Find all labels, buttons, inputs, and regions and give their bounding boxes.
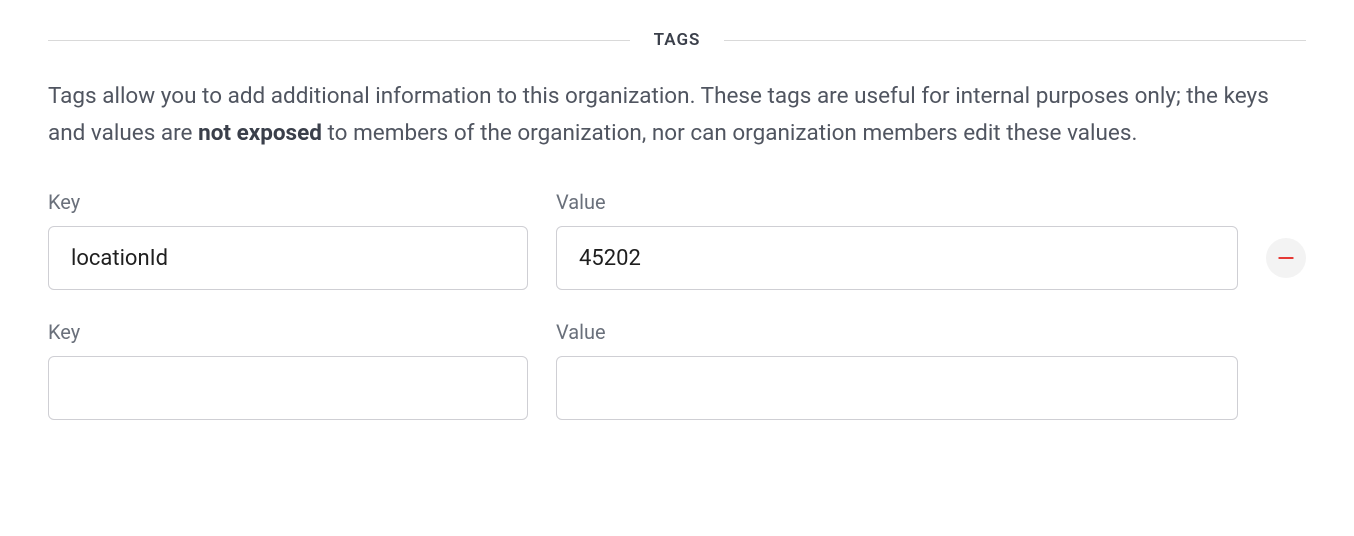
divider-line-right	[724, 40, 1306, 41]
key-input[interactable]	[48, 356, 528, 420]
key-input[interactable]	[48, 226, 528, 290]
value-input[interactable]	[556, 226, 1238, 290]
key-label: Key	[48, 190, 528, 214]
key-label: Key	[48, 320, 528, 344]
value-field: Value	[556, 190, 1238, 290]
tag-row: Key Value	[48, 320, 1306, 420]
section-divider: TAGS	[48, 30, 1306, 50]
value-label: Value	[556, 320, 1238, 344]
minus-icon	[1276, 248, 1296, 268]
value-field: Value	[556, 320, 1238, 420]
section-heading: TAGS	[630, 30, 725, 50]
tag-row: Key Value	[48, 190, 1306, 290]
description-emphasis: not exposed	[198, 120, 322, 146]
remove-tag-button[interactable]	[1266, 238, 1306, 278]
key-field: Key	[48, 320, 528, 420]
divider-line-left	[48, 40, 630, 41]
value-input[interactable]	[556, 356, 1238, 420]
key-field: Key	[48, 190, 528, 290]
description-text-post: to members of the organization, nor can …	[322, 120, 1137, 146]
value-label: Value	[556, 190, 1238, 214]
section-description: Tags allow you to add additional informa…	[48, 78, 1306, 152]
